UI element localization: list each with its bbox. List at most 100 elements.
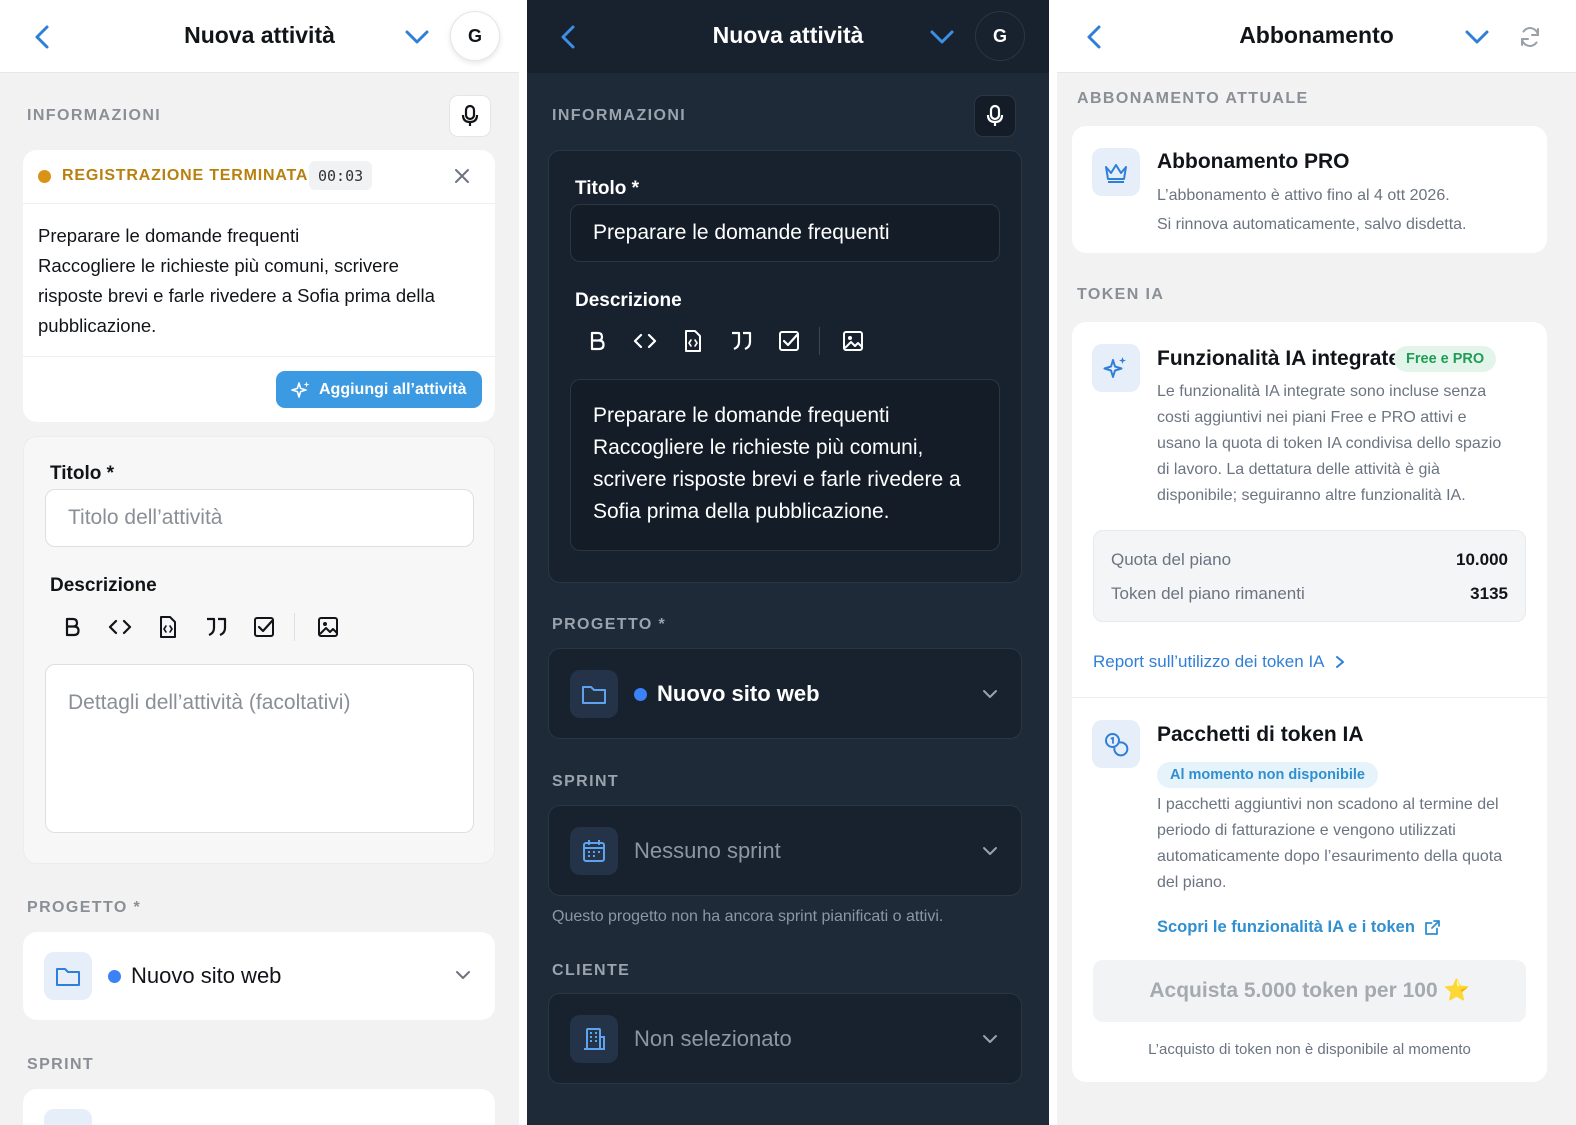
section-project-title: PROGETTO * xyxy=(27,899,142,916)
close-icon[interactable] xyxy=(454,168,470,184)
plan-details: L’abbonamento è attivo fino al 4 ott 202… xyxy=(1157,187,1467,233)
avatar[interactable]: G xyxy=(450,11,500,61)
task-form-card: Titolo * Preparare le domande frequenti … xyxy=(548,150,1022,583)
description-label: Descrizione xyxy=(50,575,157,596)
token-packs-description: I pacchetti aggiuntivi non scadono al te… xyxy=(1157,796,1503,891)
toolbar-divider xyxy=(294,613,295,641)
availability-badge: Al momento non disponibile xyxy=(1157,762,1378,788)
description-label: Descrizione xyxy=(575,290,682,311)
current-plan-card: Abbonamento PRO L’abbonamento è attivo f… xyxy=(1072,126,1547,253)
token-packs-title: Pacchetti di token IA xyxy=(1157,723,1364,746)
section-info-title: INFORMAZIONI xyxy=(552,107,687,124)
section-current-plan-title: ABBONAMENTO ATTUALE xyxy=(1077,90,1309,107)
chevron-down-icon[interactable] xyxy=(1464,28,1490,46)
bold-icon[interactable] xyxy=(584,328,610,354)
buy-unavailable-note: L’acquisto di token non è disponibile al… xyxy=(1148,1041,1471,1058)
client-select[interactable]: Non selezionato xyxy=(548,993,1022,1084)
code-file-icon[interactable] xyxy=(155,614,181,640)
recording-card: REGISTRAZIONE TERMINATA 00:03 Preparare … xyxy=(23,150,495,422)
section-sprint-title: SPRINT xyxy=(27,1056,95,1073)
quota-label: Quota del piano xyxy=(1111,550,1232,569)
recording-status: REGISTRAZIONE TERMINATA xyxy=(62,167,309,184)
divider xyxy=(1072,697,1547,698)
token-usage-report-link[interactable]: Report sull’utilizzo dei token IA xyxy=(1093,652,1345,672)
code-file-icon[interactable] xyxy=(680,328,706,354)
quote-icon[interactable] xyxy=(203,614,229,640)
sprint-select[interactable]: Nessuno sprint xyxy=(548,805,1022,896)
coins-icon xyxy=(1092,720,1140,768)
project-value: Nuovo sito web xyxy=(131,963,282,988)
project-color-dot xyxy=(108,970,121,983)
refresh-icon[interactable] xyxy=(1518,25,1542,49)
code-icon[interactable] xyxy=(632,328,658,354)
panel-gap xyxy=(519,0,527,1125)
header: Nuova attività G xyxy=(0,0,519,73)
task-form-card: Titolo * Titolo dell’attività Descrizion… xyxy=(23,436,495,864)
folder-icon xyxy=(570,670,618,718)
title-label: Titolo * xyxy=(575,178,640,199)
avatar[interactable]: G xyxy=(975,11,1025,61)
ai-tokens-card: Funzionalità IA integrate Free e PRO Le … xyxy=(1072,322,1547,1082)
chevron-down-icon xyxy=(982,1033,998,1045)
buy-tokens-button[interactable]: Acquista 5.000 token per 100 ⭐ xyxy=(1093,960,1526,1022)
description-textarea[interactable]: Preparare le domande frequenti Raccoglie… xyxy=(570,379,1000,551)
section-project-title: PROGETTO * xyxy=(552,616,667,633)
microphone-icon xyxy=(986,104,1004,126)
title-input[interactable]: Titolo dell’attività xyxy=(45,489,474,547)
divider xyxy=(23,356,495,357)
new-task-panel-light: Nuova attività G INFORMAZIONI REGISTRAZI… xyxy=(0,0,519,1125)
client-value: Non selezionato xyxy=(634,1026,792,1051)
remaining-value: 3135 xyxy=(1470,584,1508,603)
ai-features-description: Le funzionalità IA integrate sono inclus… xyxy=(1157,383,1502,504)
quota-value: 10.000 xyxy=(1456,550,1508,569)
discover-ai-link[interactable]: Scopri le funzionalità IA e i token xyxy=(1157,918,1441,937)
chevron-down-icon[interactable] xyxy=(929,28,955,46)
chevron-down-icon xyxy=(982,688,998,700)
microphone-button[interactable] xyxy=(449,95,491,137)
chevron-down-icon xyxy=(982,845,998,857)
quota-box: Quota del piano 10.000 Token del piano r… xyxy=(1093,530,1526,622)
transcript-text: Preparare le domande frequenti Raccoglie… xyxy=(38,225,435,336)
section-tokens-title: TOKEN IA xyxy=(1077,286,1165,303)
formatting-toolbar xyxy=(570,317,878,365)
quote-icon[interactable] xyxy=(728,328,754,354)
plan-name: Abbonamento PRO xyxy=(1157,150,1350,173)
page-title: Abbonamento xyxy=(1239,22,1394,48)
chevron-down-icon[interactable] xyxy=(404,28,430,46)
project-value: Nuovo sito web xyxy=(657,681,820,706)
sparkles-icon xyxy=(291,381,310,398)
code-icon[interactable] xyxy=(107,614,133,640)
calendar-icon xyxy=(44,1109,92,1125)
title-input[interactable]: Preparare le domande frequenti xyxy=(570,204,1000,262)
divider xyxy=(23,203,495,204)
project-select[interactable]: Nuovo sito web xyxy=(23,932,495,1020)
chevron-down-icon xyxy=(455,969,471,981)
page-title: Nuova attività xyxy=(712,22,864,48)
image-icon[interactable] xyxy=(315,614,341,640)
calendar-icon xyxy=(570,827,618,875)
description-textarea[interactable]: Dettagli dell’attività (facoltativi) xyxy=(45,664,474,833)
section-info-title: INFORMAZIONI xyxy=(27,107,162,124)
new-task-panel-dark: Nuova attività G INFORMAZIONI Titolo * P… xyxy=(527,0,1049,1125)
header: Nuova attività G xyxy=(527,0,1049,73)
panel-gap xyxy=(1049,0,1057,1125)
title-label: Titolo * xyxy=(50,463,115,484)
image-icon[interactable] xyxy=(840,328,866,354)
checkbox-icon[interactable] xyxy=(776,328,802,354)
remaining-label: Token del piano rimanenti xyxy=(1111,584,1305,603)
bold-icon[interactable] xyxy=(59,614,85,640)
section-sprint-title: SPRINT xyxy=(552,773,620,790)
toolbar-divider xyxy=(819,327,820,355)
project-select[interactable]: Nuovo sito web xyxy=(548,648,1022,739)
sparkles-icon xyxy=(1092,344,1140,392)
sprint-select[interactable] xyxy=(23,1089,495,1125)
project-color-dot xyxy=(634,688,647,701)
page-title: Nuova attività xyxy=(184,22,335,48)
add-to-task-button[interactable]: Aggiungi all’attività xyxy=(276,371,482,408)
crown-icon xyxy=(1092,148,1140,196)
checkbox-icon[interactable] xyxy=(251,614,277,640)
external-link-icon xyxy=(1425,920,1440,935)
recording-status-dot xyxy=(38,170,51,183)
microphone-button[interactable] xyxy=(974,95,1016,137)
plan-badge: Free e PRO xyxy=(1394,346,1497,372)
